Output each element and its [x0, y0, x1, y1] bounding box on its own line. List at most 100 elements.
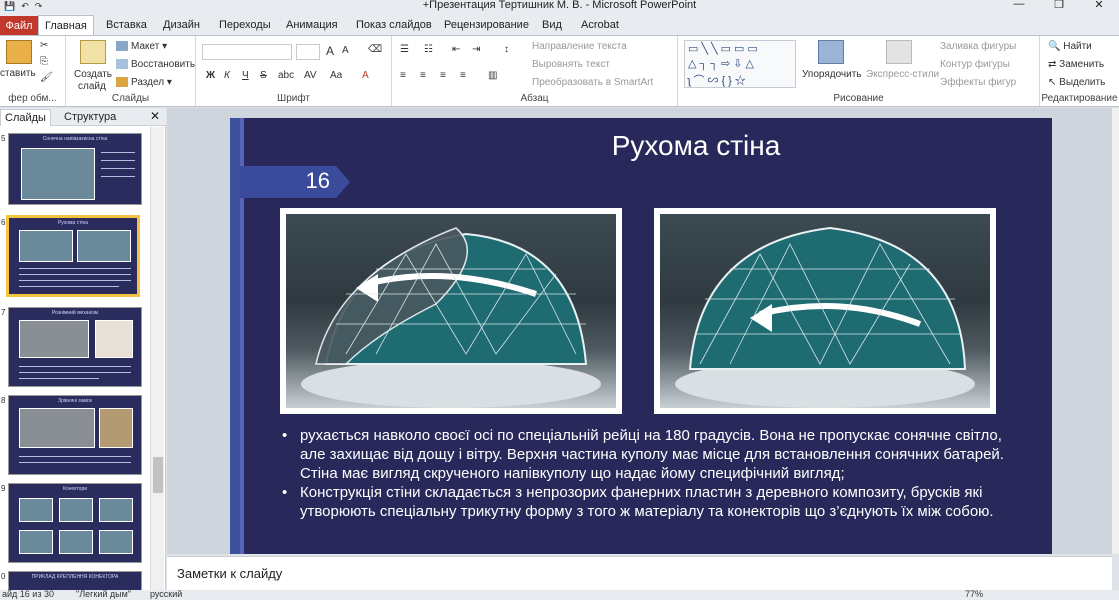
slides-group: Создать слайд Макет ▾ Восстановить Разде…: [66, 36, 196, 106]
tab-insert[interactable]: Вставка: [100, 15, 153, 35]
case-icon[interactable]: Aa: [330, 70, 342, 81]
new-slide-icon[interactable]: [80, 40, 106, 64]
reset-label: Восстановить: [131, 59, 196, 70]
tab-acrobat[interactable]: Acrobat: [575, 15, 625, 35]
new-slide-button[interactable]: Создать: [74, 69, 112, 80]
arrange-button[interactable]: Упорядочить: [802, 69, 862, 80]
tab-transitions[interactable]: Переходы: [213, 15, 277, 35]
grow-font-button[interactable]: A: [326, 44, 334, 58]
shapes-gallery[interactable]: ▭╲╲▭▭▭ △┐┐⇨⇩△ ʅ⌒∽{}☆: [684, 40, 796, 88]
find-label: Найти: [1063, 41, 1092, 52]
shape-outline-button[interactable]: Контур фигуры: [940, 59, 1010, 70]
char-spacing-icon[interactable]: AV: [304, 70, 317, 81]
quick-styles-button[interactable]: Экспресс-стили: [866, 69, 939, 80]
title-bar: 💾 ↶ ↷ +Презентация Тертишник М. В. - Mic…: [0, 0, 1119, 12]
columns-icon[interactable]: ▥: [488, 70, 497, 81]
new-slide-label2[interactable]: слайд: [78, 81, 106, 92]
tab-file[interactable]: Файл: [0, 16, 38, 36]
close-button[interactable]: ✕: [1079, 0, 1119, 11]
align-center-icon[interactable]: ≡: [420, 70, 426, 81]
italic-button[interactable]: К: [224, 70, 230, 81]
zoom-level[interactable]: 77%: [965, 589, 983, 599]
copy-icon[interactable]: ⎘: [40, 56, 48, 67]
minimize-button[interactable]: —: [999, 0, 1039, 11]
reset-button[interactable]: Восстановить: [116, 59, 195, 70]
pane-close-icon[interactable]: ✕: [150, 109, 160, 123]
layout-button[interactable]: Макет ▾: [116, 41, 167, 52]
slide-thumb-20[interactable]: 0 ПРИКЛАД КРЕПЛЕННЯ КОНЕКТОРА: [1, 571, 142, 590]
slide-photo-left[interactable]: [280, 208, 622, 414]
slide-thumb-number: 5: [1, 134, 6, 143]
slide-thumb-17[interactable]: 7 Рознімний механізм: [1, 307, 142, 387]
bold-button[interactable]: Ж: [206, 70, 215, 81]
select-button[interactable]: ↖ Выделить: [1048, 77, 1105, 88]
align-left-icon[interactable]: ≡: [400, 70, 406, 81]
notes-placeholder: Заметки к слайду: [177, 566, 283, 581]
paste-icon[interactable]: [6, 40, 32, 64]
maximize-button[interactable]: ❐: [1039, 0, 1079, 11]
tab-home[interactable]: Главная: [38, 15, 94, 35]
slide-thumb-19[interactable]: 9 Конектори: [1, 483, 142, 563]
bullets-icon[interactable]: ☰: [400, 44, 409, 55]
tab-slideshow[interactable]: Показ слайдов: [350, 15, 438, 35]
slide-thumb-image: [19, 320, 89, 358]
arrange-icon[interactable]: [818, 40, 844, 64]
strike-button[interactable]: S: [260, 70, 267, 81]
find-button[interactable]: 🔍 Найти: [1048, 41, 1092, 52]
shrink-font-button[interactable]: A: [342, 45, 349, 56]
shape-fill-button[interactable]: Заливка фигуры: [940, 41, 1016, 52]
indent-increase-icon[interactable]: ⇥: [472, 44, 480, 55]
line-spacing-icon[interactable]: ↕: [504, 44, 509, 55]
slide-thumb-15[interactable]: 5 Сонячна напівзахисна стіна: [1, 133, 142, 205]
clipboard-group: ставить ✂ ⎘ 🖌 фер обм...: [0, 36, 66, 106]
slide-photo-right[interactable]: [654, 208, 996, 414]
slide-thumb-title: Конектори: [62, 486, 88, 492]
tab-review[interactable]: Рецензирование: [438, 15, 535, 35]
slide-thumb-image: [19, 498, 53, 522]
numbering-icon[interactable]: ☷: [424, 44, 433, 55]
thumbnails-scrollbar[interactable]: [150, 127, 164, 590]
font-name-combo[interactable]: [202, 44, 292, 60]
cut-icon[interactable]: ✂: [40, 40, 48, 51]
slide-thumb-18[interactable]: 8 Зрівняні замок: [1, 395, 142, 475]
text-direction-button[interactable]: Направление текста: [532, 41, 627, 52]
quick-styles-icon[interactable]: [886, 40, 912, 64]
font-color-icon[interactable]: A: [362, 70, 369, 81]
slide-thumb-image: [19, 530, 53, 554]
replace-label: Заменить: [1059, 59, 1105, 70]
tab-slides[interactable]: Слайды: [0, 109, 51, 126]
slide-thumb-number: 8: [1, 396, 6, 405]
tab-outline[interactable]: Структура: [60, 109, 120, 126]
shape-effects-button[interactable]: Эффекты фигур: [940, 77, 1016, 88]
tab-view[interactable]: Вид: [536, 15, 568, 35]
slide-canvas[interactable]: Рухома стіна 16 • рухається навколо своє…: [230, 118, 1052, 554]
slide-title[interactable]: Рухома стіна: [430, 130, 962, 162]
shadow-button[interactable]: abc: [278, 70, 294, 81]
status-bar: айд 16 из 30 "Легкий дым" русский 77%: [0, 589, 1119, 600]
thumbnails-scroll-thumb[interactable]: [153, 457, 163, 493]
slide-body-text[interactable]: рухається навколо своєї осі по спеціальн…: [282, 426, 1022, 521]
indent-decrease-icon[interactable]: ⇤: [452, 44, 460, 55]
clear-format-icon[interactable]: ⌫: [368, 44, 382, 55]
format-painter-icon[interactable]: 🖌: [40, 72, 53, 83]
tab-animation[interactable]: Анимация: [280, 15, 344, 35]
font-size-combo[interactable]: [296, 44, 320, 60]
slide-thumb-16[interactable]: 6 Рухома стіна: [1, 215, 140, 297]
align-right-icon[interactable]: ≡: [440, 70, 446, 81]
align-text-button[interactable]: Выровнять текст: [532, 59, 610, 70]
slide-thumb-number: 7: [1, 308, 6, 317]
slide-scrollbar[interactable]: [1112, 108, 1119, 554]
justify-icon[interactable]: ≡: [460, 70, 466, 81]
replace-button[interactable]: ⇄ Заменить: [1048, 59, 1104, 70]
slide-thumb-image: [19, 408, 95, 448]
clipboard-group-label: фер обм...: [8, 93, 57, 104]
slide-thumb-image: [21, 148, 95, 200]
smartart-button[interactable]: Преобразовать в SmartArt: [532, 77, 653, 88]
status-language[interactable]: русский: [150, 589, 182, 599]
notes-pane[interactable]: Заметки к слайду: [167, 556, 1112, 590]
section-button[interactable]: Раздел ▾: [116, 77, 172, 88]
paste-button[interactable]: ставить: [0, 68, 36, 79]
dome-image-left: [286, 214, 616, 408]
underline-button[interactable]: Ч: [242, 70, 249, 81]
tab-design[interactable]: Дизайн: [157, 15, 206, 35]
